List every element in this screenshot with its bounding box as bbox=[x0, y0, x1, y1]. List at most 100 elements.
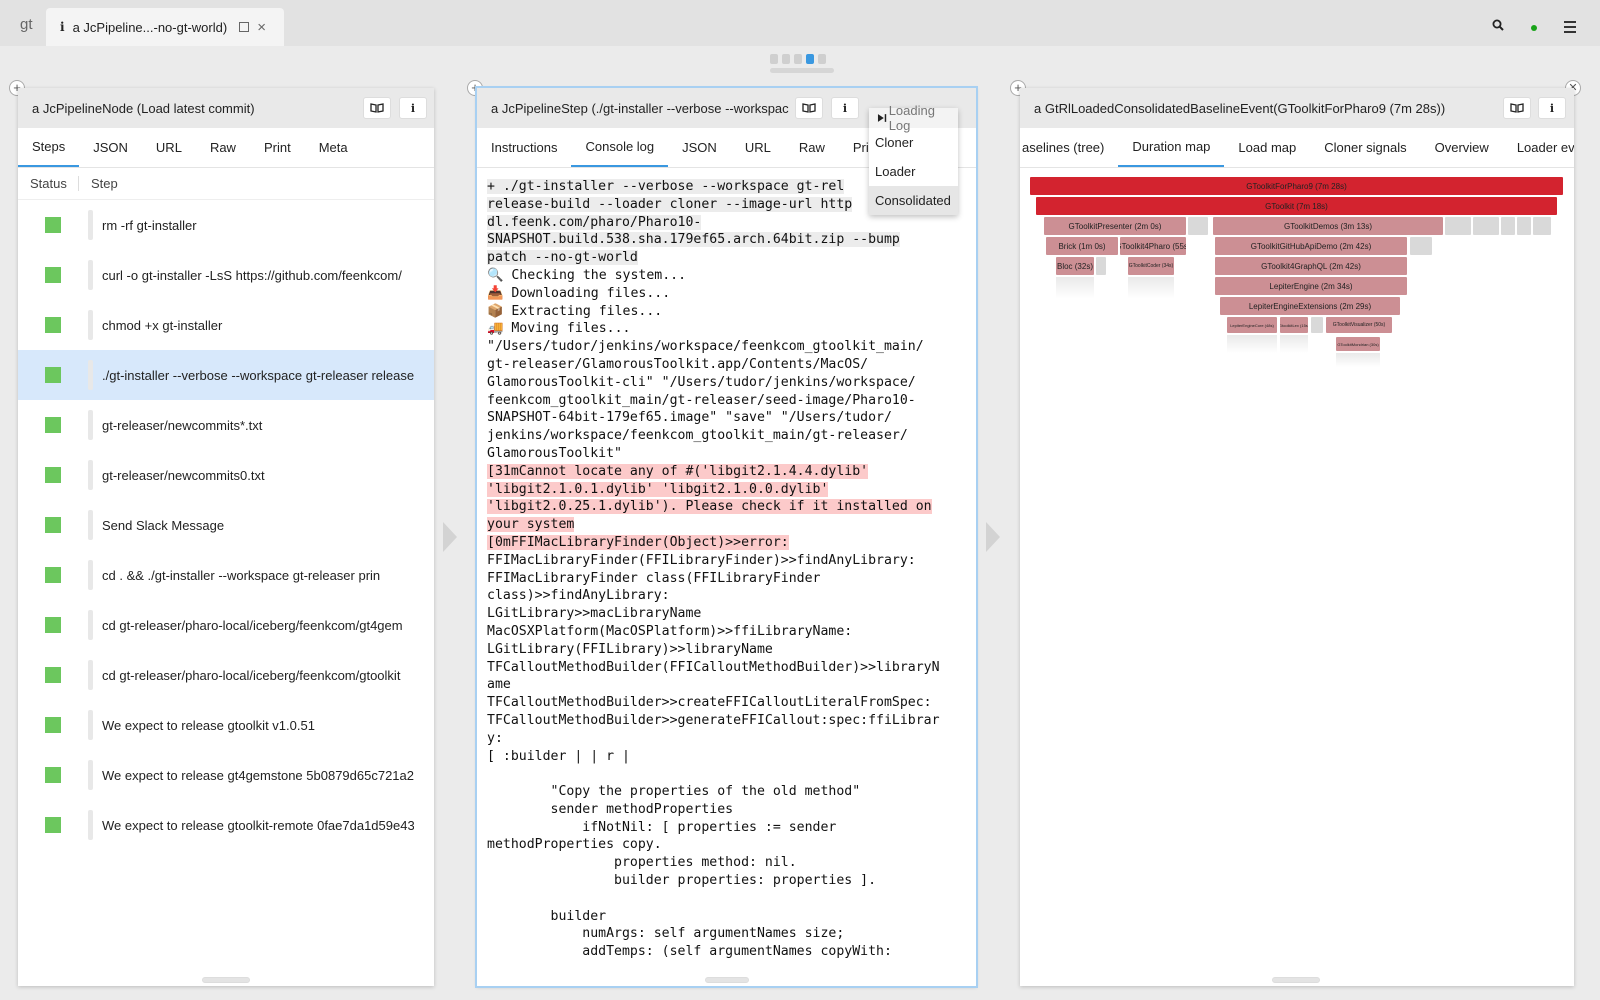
inspect-info-icon[interactable]: i bbox=[1538, 97, 1566, 119]
flame-block-small[interactable] bbox=[1096, 257, 1106, 275]
flame-fade bbox=[1280, 335, 1308, 353]
tab-loader-events[interactable]: Loader ev bbox=[1503, 128, 1574, 167]
flame-block-mondrian[interactable]: GToolkitMondrian (30s) bbox=[1336, 337, 1380, 351]
step-label: chmod +x gt-installer bbox=[102, 317, 223, 333]
table-row[interactable]: curl -o gt-installer -LsS https://github… bbox=[18, 250, 434, 300]
flame-block-small[interactable] bbox=[1501, 217, 1515, 235]
book-icon[interactable] bbox=[363, 97, 391, 119]
loading-log-dropdown[interactable]: Loading Log Cloner Loader Consolidated bbox=[869, 103, 958, 215]
flame-block-graphql[interactable]: GToolkit4GraphQL (2m 42s) bbox=[1215, 257, 1407, 275]
status-ok-indicator bbox=[45, 517, 61, 533]
status-ok-indicator bbox=[45, 467, 61, 483]
page-indicator[interactable] bbox=[770, 54, 826, 64]
step-label: rm -rf gt-installer bbox=[102, 217, 197, 233]
right-pane-tabs: aselines (tree) Duration map Load map Cl… bbox=[1020, 128, 1574, 168]
horizontal-scrollbar[interactable] bbox=[1272, 977, 1320, 983]
tab-raw[interactable]: Raw bbox=[785, 128, 839, 167]
hamburger-menu-icon[interactable] bbox=[1564, 21, 1576, 36]
left-pane-tabs: Steps JSON URL Raw Print Meta bbox=[18, 128, 434, 168]
tab-print[interactable]: Print bbox=[250, 128, 305, 167]
dropdown-header[interactable]: Loading Log bbox=[869, 103, 958, 133]
tab-url[interactable]: URL bbox=[731, 128, 785, 167]
dropdown-item-loader[interactable]: Loader bbox=[869, 157, 958, 186]
table-row[interactable]: cd gt-releaser/pharo-local/iceberg/feenk… bbox=[18, 600, 434, 650]
tab-raw[interactable]: Raw bbox=[196, 128, 250, 167]
left-pane-header: a JcPipelineNode (Load latest commit) i bbox=[18, 88, 434, 128]
book-icon[interactable] bbox=[795, 97, 823, 119]
table-row[interactable]: We expect to release gtoolkit-remote 0fa… bbox=[18, 800, 434, 850]
table-row[interactable]: gt-releaser/newcommits*.txt bbox=[18, 400, 434, 450]
maximize-icon[interactable] bbox=[239, 22, 250, 32]
flame-fade bbox=[1056, 277, 1094, 299]
flame-block-lepiter-extensions[interactable]: LepiterEngineExtensions (2m 29s) bbox=[1220, 297, 1400, 315]
flame-block-small[interactable] bbox=[1410, 237, 1432, 255]
tab-steps[interactable]: Steps bbox=[18, 128, 80, 167]
flame-block-root[interactable]: GToolkitForPharo9 (7m 28s) bbox=[1030, 177, 1563, 195]
window-tab[interactable]: i a JcPipeline...-no-gt-world) × bbox=[46, 8, 284, 46]
dropdown-item-consolidated[interactable]: Consolidated bbox=[869, 186, 958, 215]
middle-pane: a JcPipelineStep (./gt-installer --verbo… bbox=[477, 88, 976, 986]
search-icon[interactable] bbox=[1492, 19, 1504, 31]
horizontal-scrollbar[interactable] bbox=[705, 977, 749, 983]
steps-list: rm -rf gt-installer curl -o gt-installer… bbox=[18, 200, 434, 850]
tab-load-map[interactable]: Load map bbox=[1224, 128, 1310, 167]
console-log-text[interactable]: + ./gt-installer --verbose --workspace g… bbox=[477, 168, 976, 961]
flame-block-lepiter[interactable]: LepiterEngine (2m 34s) bbox=[1215, 277, 1407, 295]
flame-block-coder[interactable]: GToolkitCoder (34s) bbox=[1128, 257, 1174, 275]
flame-block-gtoolkit[interactable]: GToolkit (7m 18s) bbox=[1036, 197, 1557, 215]
tab-url[interactable]: URL bbox=[142, 128, 196, 167]
table-row[interactable]: We expect to release gt4gemstone 5b0879d… bbox=[18, 750, 434, 800]
tab-json[interactable]: JSON bbox=[668, 128, 731, 167]
status-column-header[interactable]: Status bbox=[30, 176, 78, 191]
tab-meta[interactable]: Meta bbox=[305, 128, 362, 167]
flame-block-lepiter-core[interactable]: LepiterEngineCore (48s) bbox=[1227, 317, 1277, 333]
step-label: Send Slack Message bbox=[102, 517, 225, 533]
play-icon bbox=[877, 114, 887, 122]
table-row[interactable]: chmod +x gt-installer bbox=[18, 300, 434, 350]
flame-block-bloc[interactable]: Bloc (32s) bbox=[1056, 257, 1094, 275]
tab-overview[interactable]: Overview bbox=[1421, 128, 1503, 167]
status-dot-icon bbox=[1531, 25, 1537, 31]
flame-block-gt4pharo[interactable]: GToolkit4Pharo (55s) bbox=[1120, 237, 1186, 255]
flame-block-brick[interactable]: Brick (1m 0s) bbox=[1046, 237, 1118, 255]
gt-logo[interactable]: gt bbox=[20, 16, 33, 33]
inspect-info-icon[interactable]: i bbox=[399, 97, 427, 119]
horizontal-scrollbar[interactable] bbox=[202, 977, 250, 983]
flame-block-small[interactable] bbox=[1311, 317, 1323, 333]
table-row-selected[interactable]: ./gt-installer --verbose --workspace gt-… bbox=[18, 350, 434, 400]
tab-cloner-signals[interactable]: Cloner signals bbox=[1310, 128, 1420, 167]
pane-arrow-icon bbox=[986, 522, 1000, 552]
flame-block-github[interactable]: GToolkitGitHubApiDemo (2m 42s) bbox=[1215, 237, 1407, 255]
table-row[interactable]: Send Slack Message bbox=[18, 500, 434, 550]
table-row[interactable]: cd . && ./gt-installer --workspace gt-re… bbox=[18, 550, 434, 600]
info-icon: i bbox=[60, 20, 65, 34]
flame-block-small[interactable] bbox=[1473, 217, 1499, 235]
status-ok-indicator bbox=[45, 217, 61, 233]
table-row[interactable]: gt-releaser/newcommits0.txt bbox=[18, 450, 434, 500]
step-label: ./gt-installer --verbose --workspace gt-… bbox=[102, 367, 414, 383]
tab-duration-map[interactable]: Duration map bbox=[1118, 128, 1225, 167]
step-label: cd gt-releaser/pharo-local/iceberg/feenk… bbox=[102, 617, 403, 633]
flame-block-small[interactable] bbox=[1188, 217, 1208, 235]
book-icon[interactable] bbox=[1503, 97, 1531, 119]
flame-block-demos[interactable]: GToolkitDemos (3m 13s) bbox=[1213, 217, 1443, 235]
flame-block-small[interactable] bbox=[1445, 217, 1471, 235]
tab-baselines-tree[interactable]: aselines (tree) bbox=[1020, 128, 1118, 167]
flame-block-small[interactable] bbox=[1533, 217, 1551, 235]
flame-block-small[interactable] bbox=[1517, 217, 1531, 235]
inspect-info-icon[interactable]: i bbox=[831, 97, 859, 119]
status-ok-indicator bbox=[45, 567, 61, 583]
tab-instructions[interactable]: Instructions bbox=[477, 128, 571, 167]
tab-json[interactable]: JSON bbox=[79, 128, 142, 167]
table-row[interactable]: We expect to release gtoolkit v1.0.51 bbox=[18, 700, 434, 750]
tab-console-log[interactable]: Console log bbox=[571, 128, 669, 167]
flame-block-visualizer[interactable]: GToolkitVisualizer (50s) bbox=[1326, 317, 1392, 333]
right-pane: a GtRlLoadedConsolidatedBaselineEvent(GT… bbox=[1020, 88, 1574, 986]
step-column-header[interactable]: Step bbox=[78, 176, 118, 191]
flame-block-lex[interactable]: GtoolkitLex (15s) bbox=[1280, 317, 1308, 333]
flame-block-presenter[interactable]: GToolkitPresenter (2m 0s) bbox=[1044, 217, 1186, 235]
table-row[interactable]: rm -rf gt-installer bbox=[18, 200, 434, 250]
close-tab-icon[interactable]: × bbox=[257, 19, 266, 36]
page-scrollbar[interactable] bbox=[770, 68, 834, 73]
table-row[interactable]: cd gt-releaser/pharo-local/iceberg/feenk… bbox=[18, 650, 434, 700]
